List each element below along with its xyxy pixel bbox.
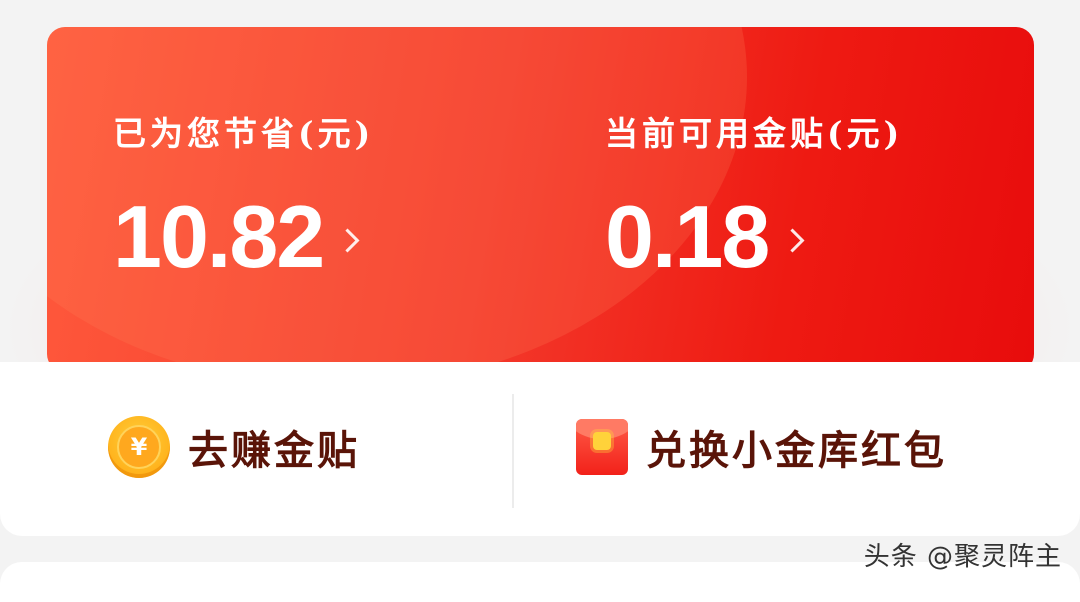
saved-value: 10.82: [113, 187, 325, 286]
red-packet-icon: [576, 419, 628, 475]
balance-label: 当前可用金贴(元): [605, 114, 904, 153]
earn-subsidy-button[interactable]: ¥ 去赚金贴: [108, 414, 360, 480]
coin-icon: ¥: [108, 416, 170, 478]
savings-banner: 已为您节省(元) 10.82 当前可用金贴(元) 0.18: [47, 27, 1034, 372]
chevron-right-icon[interactable]: [335, 227, 360, 253]
redeem-red-packet-button[interactable]: 兑换小金库红包: [576, 414, 947, 480]
divider: [512, 394, 514, 508]
balance-section[interactable]: 当前可用金贴(元) 0.18: [605, 107, 903, 281]
saved-amount-section[interactable]: 已为您节省(元) 10.82: [113, 107, 374, 281]
watermark: 头条 @聚灵阵主: [863, 542, 1062, 572]
earn-subsidy-label: 去赚金贴: [188, 427, 360, 474]
yuan-symbol: ¥: [117, 425, 161, 469]
redeem-red-packet-label: 兑换小金库红包: [646, 427, 947, 474]
saved-label: 已为您节省(元): [113, 114, 375, 153]
balance-value: 0.18: [605, 187, 770, 286]
actions-card: ¥ 去赚金贴 兑换小金库红包: [0, 362, 1080, 536]
chevron-right-icon[interactable]: [780, 227, 805, 253]
